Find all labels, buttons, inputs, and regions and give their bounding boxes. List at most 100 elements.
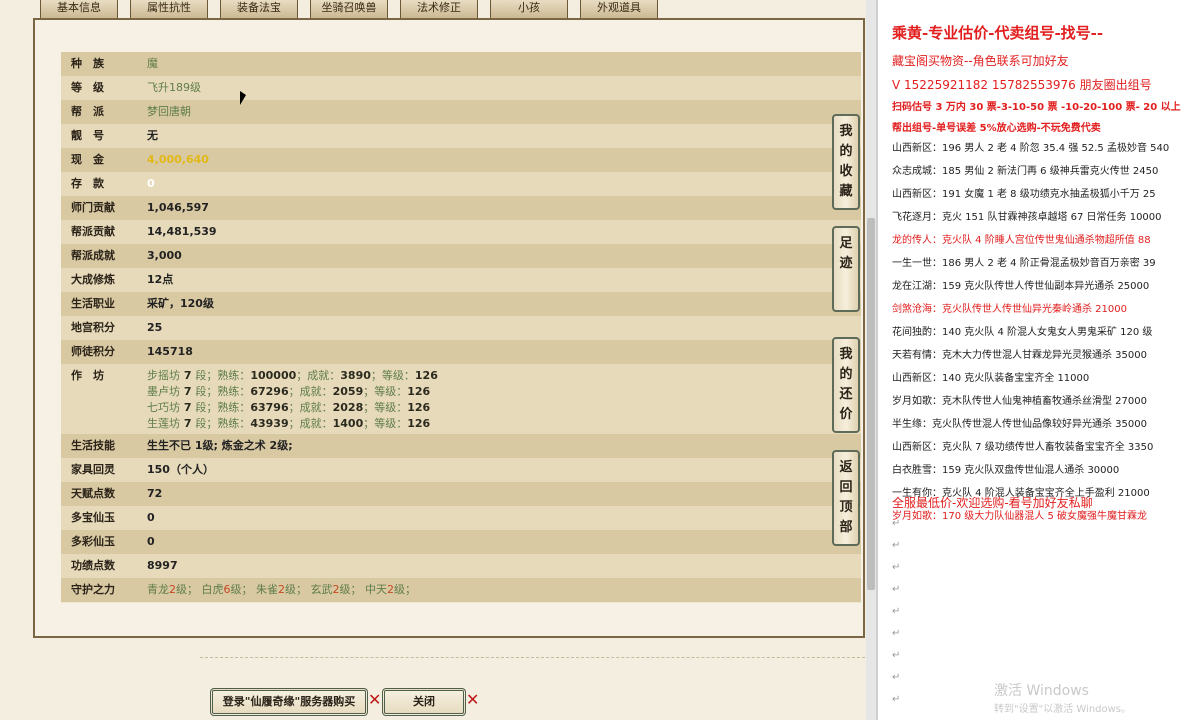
workshop-part: ：	[396, 401, 408, 414]
workshop-part: ：	[239, 417, 251, 430]
side-button-char: 的	[839, 144, 853, 159]
workshop-part: ；	[206, 401, 218, 414]
workshop-part: 段	[195, 369, 207, 382]
workshop-line: 墨卢坊 7 段；熟练：67296；成就：2059；等级：126	[147, 384, 438, 400]
row-label: 功绩点数	[71, 559, 115, 572]
login-purchase-button[interactable]: 登录"仙履奇缘"服务器购买	[210, 688, 368, 716]
guard-sep: ；	[296, 583, 311, 596]
row-value: 飞升189级	[147, 81, 201, 94]
info-row: 师门贡献 1,046,597	[61, 196, 861, 221]
workshop-part: 段	[195, 385, 207, 398]
row-label: 种 族	[71, 57, 104, 70]
document-pane: 乘黄-专业估价-代卖组号-找号-- 藏宝阁买物资--角色联系可加好友 V 15225…	[876, 0, 1188, 720]
info-row: 师徒积分 145718	[61, 340, 861, 365]
info-row: 生活职业 采矿，120级	[61, 292, 861, 317]
close-x-icon-2: ✕	[466, 690, 480, 709]
workshop-part: 等级	[374, 417, 397, 430]
side-button-char: 部	[839, 520, 853, 535]
row-value: 25	[147, 321, 163, 334]
row-value: 1,046,597	[147, 201, 209, 214]
guard-unit: 级	[285, 583, 296, 596]
listing-line: 半生缘：克火队传世混人传世仙品像较好异光通杀 35000	[892, 419, 1147, 430]
workshop-part: 等级	[374, 401, 397, 414]
workshop-part: ：	[239, 369, 251, 382]
scrollbar-thumb[interactable]	[867, 218, 875, 590]
tab-1[interactable]: 属性抗性	[130, 0, 208, 20]
row-label: 大成修炼	[71, 273, 115, 286]
side-button-0[interactable]: 我的收藏	[832, 114, 860, 210]
workshop-part: 7	[180, 385, 196, 398]
workshop-part: ；	[206, 385, 218, 398]
tab-6[interactable]: 外观道具	[580, 0, 658, 20]
row-value: 生生不已 1级; 炼金之术 2级;	[147, 439, 293, 452]
game-trade-panel: 基本信息 属性抗性 装备法宝 坐骑召唤兽 法术修正 小孩 外观道具 种 族 魔等 级 飞升189…	[0, 0, 876, 720]
guard-name: 青龙	[147, 583, 169, 596]
divider	[200, 657, 870, 658]
workshop-part: ；	[296, 369, 308, 382]
guard-unit: 级	[176, 583, 187, 596]
row-label: 守护之力	[71, 583, 115, 596]
workshop-part: 熟练	[217, 369, 240, 382]
row-value: 12点	[147, 273, 174, 286]
listing-line: 山西新区：140 克火队装备宝宝齐全 11000	[892, 373, 1090, 384]
workshop-part: 成就	[307, 369, 330, 382]
workshop-part: 段	[195, 401, 207, 414]
listing-line: 岁月如歌：克木队传世人仙鬼神植畜牧通杀丝滑型 27000	[892, 396, 1147, 407]
tab-2[interactable]: 装备法宝	[220, 0, 298, 20]
side-button-char: 返	[839, 460, 853, 475]
side-button-char: 还	[839, 387, 853, 402]
tab-0[interactable]: 基本信息	[40, 0, 118, 20]
mouse-cursor-icon	[240, 91, 246, 105]
row-value: 145718	[147, 345, 193, 358]
side-button-3[interactable]: 返回顶部	[832, 450, 860, 546]
guard-sep: ；	[241, 583, 256, 596]
side-button-1[interactable]: 足迹	[832, 226, 860, 312]
tab-5[interactable]: 小孩	[490, 0, 568, 20]
close-button[interactable]: 关闭	[382, 688, 466, 716]
side-button-char: 足	[839, 236, 853, 251]
guard-list: 青龙2级； 白虎6级； 朱雀2级； 玄武2级； 中天2级；	[147, 578, 416, 602]
workshop-part: ：	[329, 369, 341, 382]
side-button-char: 收	[839, 164, 853, 179]
listing-line: 花间独酌：140 克火队 4 阶混人女鬼女人男鬼采矿 120 级	[892, 327, 1153, 338]
workshop-part: 熟练	[217, 417, 240, 430]
workshop-part: 2059	[332, 385, 364, 398]
workshop-part: ：	[321, 385, 333, 398]
guard-unit: 级	[394, 583, 405, 596]
workshop-part: 43939	[250, 417, 289, 430]
info-row: 存 款 0	[61, 172, 861, 197]
row-label: 多彩仙玉	[71, 535, 115, 548]
row-label: 靓 号	[71, 129, 104, 142]
scrollbar[interactable]	[866, 0, 876, 720]
row-label: 帮派成就	[71, 249, 115, 262]
tab-4[interactable]: 法术修正	[400, 0, 478, 20]
workshop-part: ：	[239, 401, 251, 414]
guard-level: 2	[278, 583, 285, 596]
row-label: 天赋点数	[71, 487, 115, 500]
workshop-part: ；	[206, 369, 218, 382]
row-label: 家具回灵	[71, 463, 115, 476]
workshop-part: 67296	[250, 385, 289, 398]
guard-unit: 级	[339, 583, 351, 596]
workshop-part: ：	[321, 417, 333, 430]
info-row: 多宝仙玉 0	[61, 506, 861, 531]
guard-level: 2	[387, 583, 394, 596]
side-button-char: 我	[839, 124, 853, 139]
tab-3[interactable]: 坐骑召唤兽	[310, 0, 388, 20]
doc-ad-2: V 15225921182 15782553976 朋友圈出组号	[892, 78, 1152, 92]
doc-ad-4: 帮出组号-单号误差 5%放心选购-不玩免费代卖	[892, 123, 1101, 134]
row-label: 等 级	[71, 81, 104, 94]
workshop-part: 126	[407, 417, 431, 430]
row-value: 魔	[147, 57, 158, 70]
side-button-char: 价	[839, 407, 853, 422]
row-label: 帮 派	[71, 105, 104, 118]
paragraph-mark-icon: ↵	[892, 650, 901, 661]
side-button-2[interactable]: 我的还价	[832, 337, 860, 433]
row-value: 0	[147, 177, 155, 190]
workshop-part: 1400	[332, 417, 364, 430]
side-button-char: 迹	[839, 256, 853, 271]
row-label: 生活技能	[71, 439, 115, 452]
doc-ad-1: 藏宝阁买物资--角色联系可加好友	[892, 54, 1069, 68]
row-value: 0	[147, 535, 155, 548]
info-row: 守护之力 青龙2级； 白虎6级； 朱雀2级； 玄武2级； 中天2级；	[61, 578, 861, 603]
